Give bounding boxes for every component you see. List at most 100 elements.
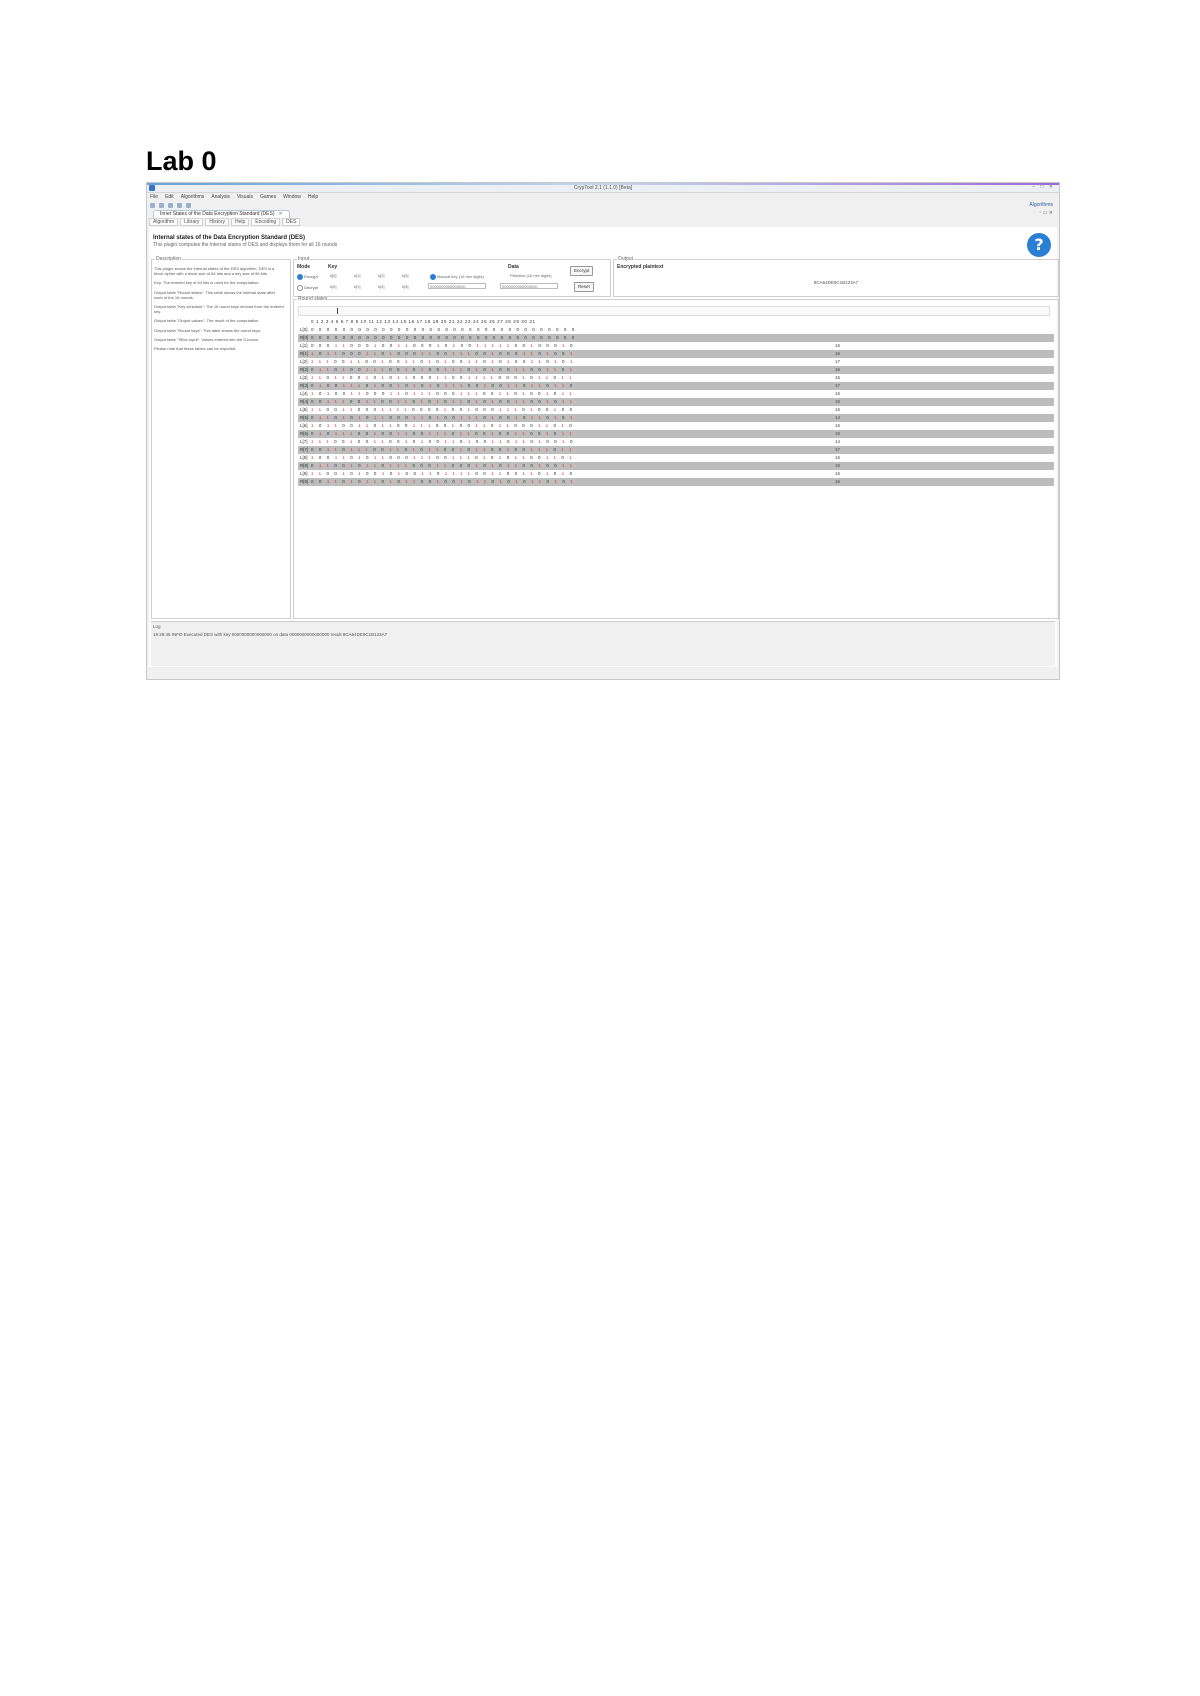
close-icon[interactable]: ✕ [279,211,283,217]
description-paragraph: Output table "Round keys": This table sh… [154,327,262,333]
row-count: 16 [835,471,841,476]
table-row: L[9] 1100101001010011011110011001101010 16 [298,470,1054,478]
plugin-title: Internal states of the Data Encryption S… [153,235,306,241]
row-cells: 0110101011000110100111010010110101 [311,415,578,420]
new-file-icon[interactable] [150,202,155,208]
key-field-1[interactable]: k[1] [354,274,360,278]
input-panel: Input Mode Key Data Encrypt Decrypt k[0]… [293,256,611,297]
key-field-3[interactable]: k[3] [402,274,408,278]
log-console: Log 18:29:45 INFO Executed DES with key … [151,621,1055,666]
row-cells: 0110010110111000110001010110010011 [311,463,578,468]
subtab-library[interactable]: Library [180,218,204,226]
row-count: 17 [835,383,841,388]
editor-tab[interactable]: Inner States of the Data Encryption Stan… [153,210,290,218]
reset-button[interactable]: Reset [574,282,594,292]
row-count: 16 [835,343,841,348]
input-label: Input [297,256,311,262]
row-count: 16 [835,407,841,412]
row-label: R[3] [300,383,309,388]
row-cells: 1100101001010011011110011001101010 [311,471,578,476]
row-label: L[5] [300,407,308,412]
table-row: L[5] 1100110001111000010010001110100100 16 [298,406,1054,414]
manual-key-option[interactable]: Manual key (16 hex digits) [430,274,484,280]
output-label: Output [617,256,635,262]
mode-decrypt-option[interactable]: Decrypt [297,285,318,291]
key-field-2b[interactable]: k[2] [378,285,384,289]
menu-help[interactable]: Help [308,194,318,200]
data-header: Data [508,264,519,270]
round-states-label: Round states [297,296,329,302]
toolbar-algorithms-link[interactable]: Algorithms [1029,203,1053,208]
radio-icon [297,285,303,291]
key-field-3b[interactable]: k[3] [402,285,408,289]
row-label: L[6] [300,423,308,428]
menu-games[interactable]: Games [260,194,276,200]
open-folder-icon[interactable] [159,202,164,208]
description-paragraph: Output table "Round states": This table … [154,289,276,300]
text-cursor [337,308,338,314]
output-panel: Output Encrypted plaintext 8CA64DE9C1B12… [613,256,1059,297]
row-cells: 1011001101100111001001101100011010 [311,423,578,428]
row-label: L[7] [300,439,308,444]
row-count: 14 [835,415,841,420]
key-field-0[interactable]: k[0] [330,274,336,278]
play-icon[interactable] [177,202,182,208]
row-count: 16 [835,367,841,372]
menu-window[interactable]: Window [283,194,301,200]
menu-visuals[interactable]: Visuals [237,194,253,200]
row-label: R[7] [300,447,309,452]
window-titlebar: CrypTool 2.1 (1.1.0) [Beta] – □ ✕ [147,183,1059,193]
key-field-1b[interactable]: k[1] [354,285,360,289]
round-state-table: 0 1 2 3 4 5 6 7 8 9 10 11 12 13 14 15 16… [298,318,1054,486]
description-paragraph: Please note that these tables can be exp… [154,346,237,352]
log-line: 18:29:45 INFO Executed DES with key 0000… [153,632,388,637]
plaintext-option: Plaintext (16 hex digits) [510,273,552,278]
menu-algorithms[interactable]: Algorithms [181,194,205,200]
table-row: R[8] 0110010110111000110001010110010011 15 [298,462,1054,470]
stop-icon[interactable] [186,202,191,208]
log-label: Log [153,624,161,629]
mode-encrypt-option[interactable]: Encrypt [297,274,318,280]
menu-edit[interactable]: Edit [165,194,174,200]
subtab-algorithm[interactable]: Algorithm [149,218,179,226]
table-header-row: 0 1 2 3 4 5 6 7 8 9 10 11 12 13 14 15 16… [298,318,1054,326]
row-count: 15 [835,431,841,436]
description-panel: Description This plugin shows the intern… [151,257,291,619]
menu-analysis[interactable]: Analysis [211,194,230,200]
description-text: This plugin shows the internal states of… [154,266,284,355]
key-input[interactable]: 0000000000000000 [428,283,486,289]
table-row: L[8] 1001101011000111001110101011001101 16 [298,454,1054,462]
help-icon[interactable]: ? [1027,233,1051,257]
save-icon[interactable] [168,202,173,208]
view-controls[interactable]: ▫ ▭ ✕ [1040,211,1053,216]
menu-file[interactable]: File [150,194,158,200]
column-header: 0 1 2 3 4 5 6 7 8 9 10 11 12 13 14 15 16… [311,319,536,324]
data-input[interactable]: 0000000000000000 [500,283,558,289]
row-count: 16 [835,455,841,460]
subtab-encoding[interactable]: Encoding [251,218,281,226]
key-field-2[interactable]: k[2] [378,274,384,278]
row-count: 15 [835,463,841,468]
radio-selected-icon [430,274,436,280]
window-controls[interactable]: – □ ✕ [1032,185,1055,190]
row-cells: 1110010011001010011010011011010010 [311,439,578,444]
sub-tab-bar: Algorithm Library History Help Encoding … [149,218,301,226]
row-label: L[3] [300,375,308,380]
encrypt-button[interactable]: Encrypt [570,266,594,276]
manual-key-label: Manual key (16 hex digits) [437,274,484,280]
plugin-header: Internal states of the Data Encryption S… [153,233,1053,257]
row-label: L[9] [300,471,308,476]
app-screenshot: CrypTool 2.1 (1.1.0) [Beta] – □ ✕ File E… [146,182,1060,680]
table-selector[interactable] [298,306,1050,316]
subtab-des[interactable]: DES [282,218,301,226]
row-label: R[4] [300,399,309,404]
row-count: 16 [835,479,841,484]
menu-bar: File Edit Algorithms Analysis Visuals Ga… [147,193,1059,201]
document-title: Lab 0 [146,146,217,176]
subtab-help[interactable]: Help [230,218,250,226]
row-label: R[0] [300,335,309,340]
row-cells: 0101110010011001110110010011001011 [311,431,578,436]
key-field-0b[interactable]: k[0] [330,285,336,289]
row-cells: 1100110001111000010010001110100100 [311,407,578,412]
subtab-history[interactable]: History [205,218,229,226]
